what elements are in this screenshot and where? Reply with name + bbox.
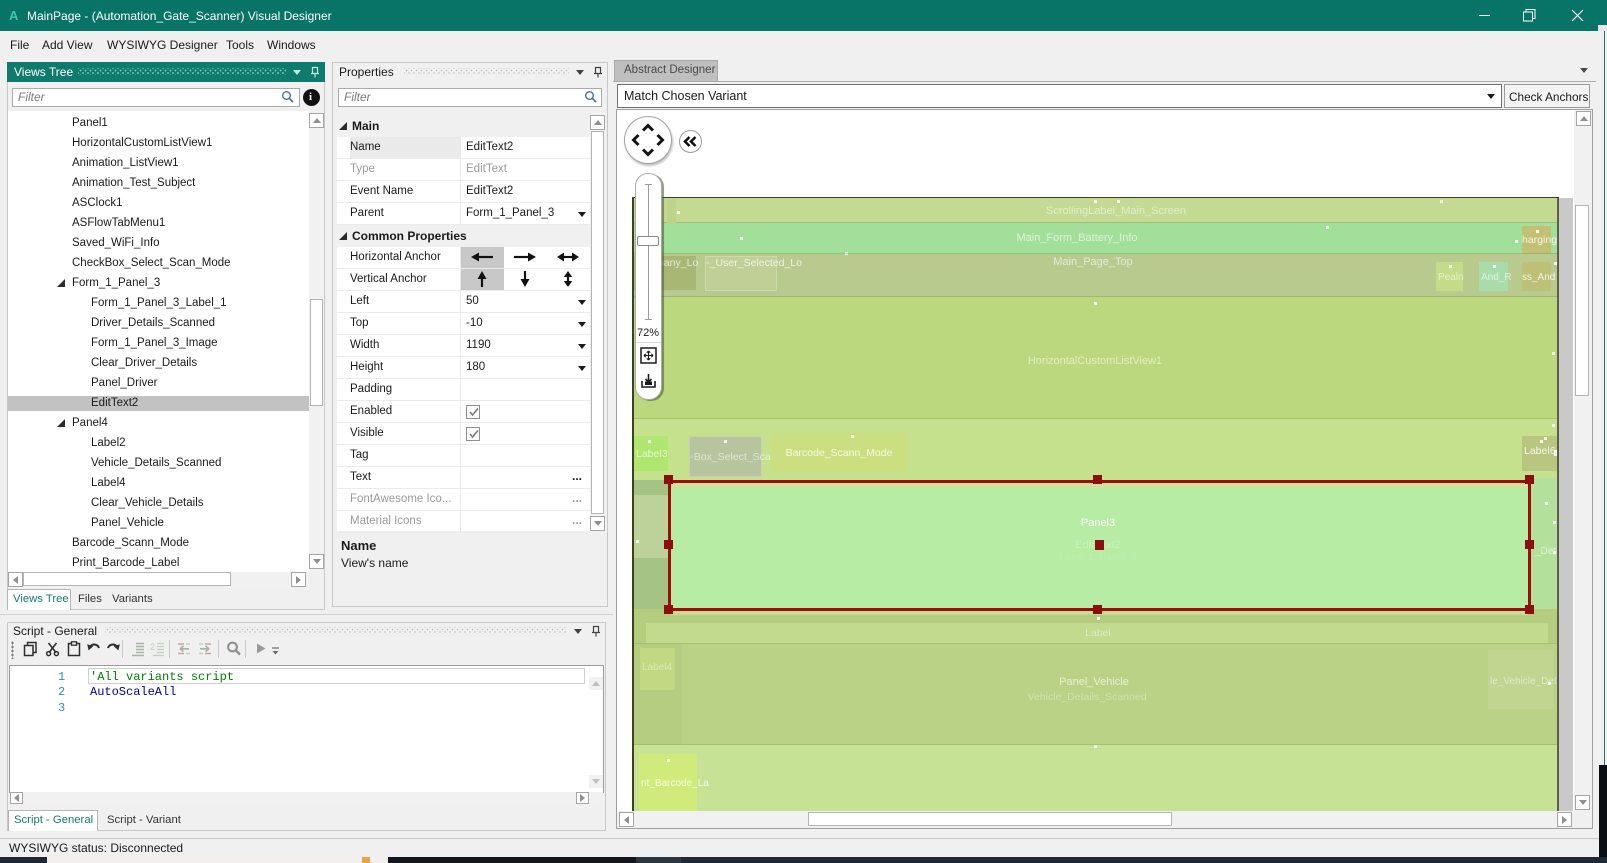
svg-text:2: 2	[150, 642, 155, 652]
